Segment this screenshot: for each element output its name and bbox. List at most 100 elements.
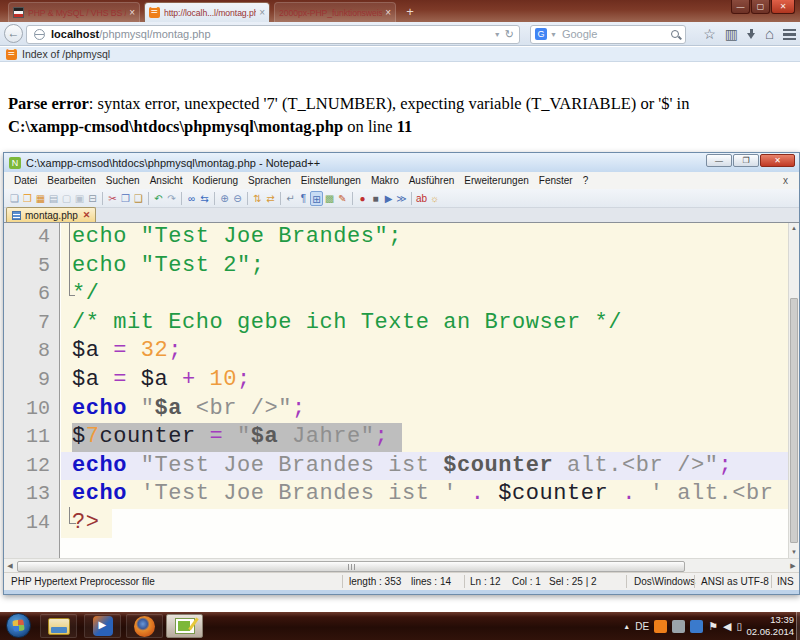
plugin-icon[interactable]: ☼ (428, 191, 441, 206)
taskbar-media-player[interactable] (84, 614, 121, 638)
search-icon[interactable] (671, 30, 679, 38)
new-file-icon[interactable]: ❏ (8, 191, 21, 206)
clock[interactable]: 13:39 02.06.2014 (746, 614, 794, 637)
spell-icon[interactable]: ab (415, 191, 428, 206)
status-length: length : 353 (349, 576, 401, 587)
npp-restore-button[interactable]: ❐ (733, 154, 759, 167)
taskbar-explorer[interactable] (40, 614, 77, 638)
bookmarks-menu-icon[interactable]: ▥ (725, 27, 738, 41)
tab-close-icon[interactable]: ✕ (83, 210, 91, 220)
find-icon[interactable]: ∞ (185, 191, 198, 206)
document-tab[interactable]: montag.php ✕ (6, 207, 96, 222)
reload-icon[interactable]: ↻ (505, 28, 514, 41)
sync-vertical-icon[interactable]: ⇅ (251, 191, 264, 206)
code-editor[interactable]: 4567891011121314 echo "Test Joe Brandes"… (4, 223, 799, 558)
network-icon[interactable]: ▯ (736, 621, 742, 632)
scroll-up-icon[interactable]: ▲ (789, 223, 799, 234)
browser-tab[interactable]: 2000px-PHP_funktionsweise.sv...× (274, 2, 396, 22)
undo-icon[interactable]: ↶ (152, 191, 165, 206)
menu-suchen[interactable]: Suchen (101, 175, 145, 186)
redo-icon[interactable]: ↷ (165, 191, 178, 206)
start-button[interactable] (6, 613, 31, 638)
menu-ausfhren[interactable]: Ausführen (404, 175, 460, 186)
xampp-tray-icon[interactable] (654, 620, 667, 633)
search-bar[interactable]: G ▼ Google (530, 25, 686, 44)
indent-guide-icon[interactable]: ⊞ (310, 191, 323, 206)
volume-icon[interactable]: ◀ (723, 620, 731, 633)
menu-kodierung[interactable]: Kodierung (187, 175, 243, 186)
function-list-icon[interactable]: ✎ (336, 191, 349, 206)
bookmark-star-icon[interactable]: ☆ (703, 27, 716, 41)
line-number: 4 (4, 223, 59, 252)
taskbar-firefox[interactable] (126, 614, 163, 638)
save-all-icon[interactable]: ▤ (47, 191, 60, 206)
notepadpp-titlebar[interactable]: N C:\xampp-cmsod\htdocs\phpmysql\montag.… (4, 153, 799, 172)
minimize-button[interactable]: — (731, 0, 750, 14)
menu-help[interactable]: ? (578, 175, 594, 186)
doc-close-icon[interactable]: x (778, 175, 793, 186)
url-bar[interactable]: localhost/phpmysql/montag.php ▼ ↻ (26, 25, 520, 44)
print-icon[interactable]: ⊟ (86, 191, 99, 206)
scroll-right-icon[interactable]: ▶ (787, 560, 799, 572)
run-multi-icon[interactable]: ≫ (395, 191, 408, 206)
scroll-left-icon[interactable]: ◀ (4, 560, 16, 572)
menu-datei[interactable]: Datei (9, 175, 42, 186)
language-indicator[interactable]: DE (635, 621, 649, 632)
replace-icon[interactable]: ⇆ (198, 191, 211, 206)
show-hidden-icons[interactable]: ▲ (623, 623, 630, 630)
horizontal-scroll-thumb[interactable] (17, 561, 685, 572)
show-desktop-button[interactable] (796, 612, 800, 640)
record-macro-icon[interactable]: ● (356, 191, 369, 206)
tray-icon-3[interactable] (690, 620, 703, 633)
maximize-button[interactable]: ▢ (751, 0, 770, 14)
npp-close-button[interactable]: ✕ (760, 154, 795, 167)
menu-erweiterungen[interactable]: Erweiterungen (459, 175, 533, 186)
bookmark-item[interactable]: Index of /phpmysql (22, 48, 110, 60)
paste-icon[interactable]: ❑ (132, 191, 145, 206)
npp-minimize-button[interactable]: — (706, 154, 732, 167)
tab-close-icon[interactable]: × (259, 7, 265, 18)
close-all-icon[interactable]: ▣ (73, 191, 86, 206)
horizontal-scrollbar[interactable]: ◀ ▶ (4, 558, 799, 572)
code-area[interactable]: echo "Test Joe Brandes";echo "Test 2";*/… (61, 223, 788, 558)
tray-icon-2[interactable] (672, 620, 685, 633)
zoom-in-icon[interactable]: ⊕ (218, 191, 231, 206)
play-macro-icon[interactable]: ▶ (382, 191, 395, 206)
tab-close-icon[interactable]: × (129, 7, 135, 18)
back-button[interactable]: ← (4, 24, 23, 43)
url-dropdown-icon[interactable]: ▼ (494, 31, 501, 38)
home-icon[interactable]: ⌂ (765, 27, 774, 41)
taskbar-notepadpp[interactable] (166, 614, 203, 638)
show-all-chars-icon[interactable]: ¶ (297, 191, 310, 206)
cut-icon[interactable]: ✂ (106, 191, 119, 206)
menu-bearbeiten[interactable]: Bearbeiten (42, 175, 100, 186)
action-center-icon[interactable]: ⚑ (708, 620, 718, 633)
menu-sprachen[interactable]: Sprachen (243, 175, 296, 186)
doc-map-icon[interactable]: ▩ (323, 191, 336, 206)
new-tab-button[interactable]: + (402, 5, 418, 19)
sync-horizontal-icon[interactable]: ⇄ (264, 191, 277, 206)
save-icon[interactable]: ▦ (34, 191, 47, 206)
browser-tab[interactable]: PHP & MySQL / VHS BS / 0...× (8, 2, 140, 22)
zoom-out-icon[interactable]: ⊖ (231, 191, 244, 206)
close-button[interactable]: ✕ (771, 0, 795, 14)
menu-makro[interactable]: Makro (366, 175, 404, 186)
browser-tab[interactable]: http://localh...l/montag.php× (144, 2, 270, 22)
menu-fenster[interactable]: Fenster (534, 175, 578, 186)
menu-einstellungen[interactable]: Einstellungen (296, 175, 366, 186)
menu-icon[interactable] (783, 29, 796, 40)
copy-icon[interactable]: ❐ (119, 191, 132, 206)
tab-title: 2000px-PHP_funktionsweise.sv... (279, 8, 382, 18)
scroll-down-icon[interactable]: ▼ (789, 547, 799, 558)
search-engine-dropdown-icon[interactable]: ▼ (550, 31, 557, 38)
menu-ansicht[interactable]: Ansicht (145, 175, 188, 186)
open-folder-icon[interactable]: ❒ (21, 191, 34, 206)
clock-time: 13:39 (746, 614, 794, 626)
tab-close-icon[interactable]: × (385, 7, 391, 18)
word-wrap-icon[interactable]: ↵ (284, 191, 297, 206)
vertical-scroll-thumb[interactable] (790, 298, 798, 543)
close-icon[interactable]: ▢ (60, 191, 73, 206)
vertical-scrollbar[interactable]: ▲ ▼ (788, 223, 799, 558)
downloads-icon[interactable] (747, 28, 756, 40)
stop-macro-icon[interactable]: ■ (369, 191, 382, 206)
